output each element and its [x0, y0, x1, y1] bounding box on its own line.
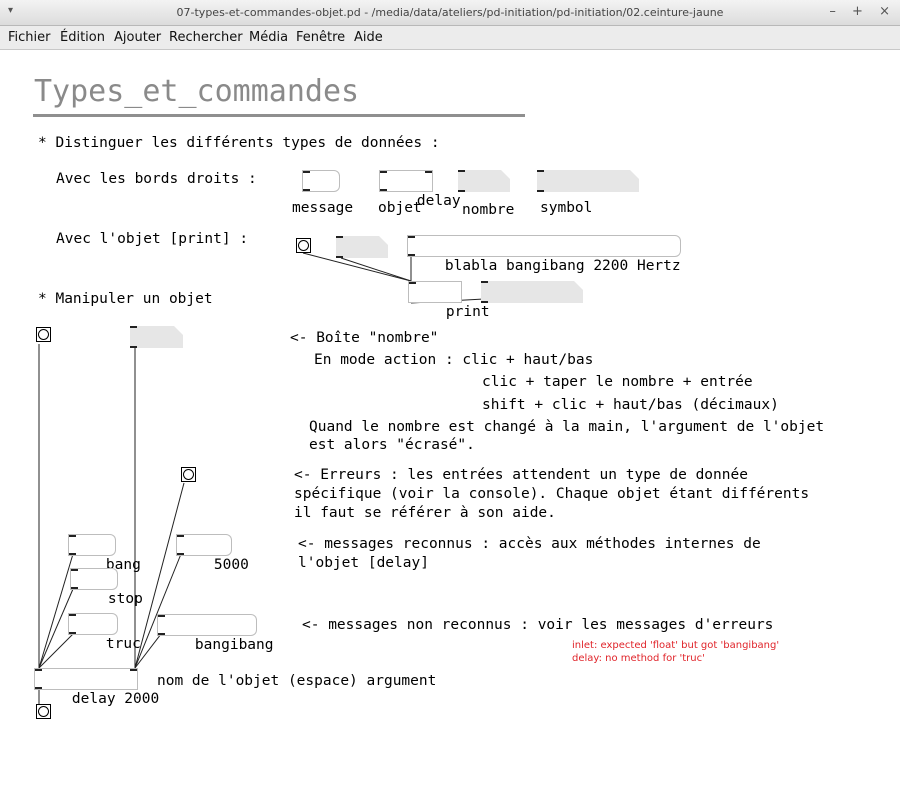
- message-bang[interactable]: bang: [68, 534, 141, 573]
- inlet[interactable]: [408, 236, 415, 238]
- reconnus-comment-1: <- messages reconnus : accès aux méthode…: [298, 536, 761, 552]
- object-print[interactable]: print: [408, 281, 490, 320]
- bang-button-left[interactable]: [36, 327, 51, 342]
- boite-nombre-comment: <- Boîte "nombre": [290, 330, 439, 346]
- inlet[interactable]: [380, 171, 387, 173]
- quand-comment-2: est alors "écrasé".: [309, 437, 475, 453]
- inlet[interactable]: [537, 170, 544, 172]
- avec-print-label: Avec l'objet [print] :: [56, 231, 249, 247]
- window-controls: – + ×: [817, 4, 890, 19]
- symbol-atom[interactable]: symbol: [537, 170, 639, 192]
- console-error-2: delay: no method for 'truc': [572, 653, 705, 664]
- section-manipuler-heading: * Manipuler un objet: [38, 291, 213, 307]
- outlet[interactable]: [458, 190, 465, 192]
- window-titlebar: ▾ 07-types-et-commandes-objet.pd - /medi…: [0, 0, 900, 26]
- inlet[interactable]: [425, 171, 432, 173]
- menubar: Fichier Édition Ajouter Rechercher Média…: [0, 26, 900, 50]
- non-reconnus-comment: <- messages non reconnus : voir les mess…: [302, 617, 774, 633]
- outlet[interactable]: [69, 553, 76, 555]
- inlet[interactable]: [177, 535, 184, 537]
- outlet[interactable]: [158, 633, 165, 635]
- outlet[interactable]: [336, 256, 343, 258]
- inlet[interactable]: [71, 569, 78, 571]
- menu-fichier[interactable]: Fichier: [8, 30, 51, 45]
- outlet[interactable]: [35, 687, 42, 689]
- console-error-1: inlet: expected 'float' but got 'bangiba…: [572, 640, 780, 651]
- patch-canvas[interactable]: Types_et_commandes * Distinguer les diff…: [0, 50, 900, 742]
- menu-fenetre[interactable]: Fenêtre: [296, 30, 345, 45]
- inlet[interactable]: [130, 669, 137, 671]
- bords-droits-label: Avec les bords droits :: [56, 171, 257, 187]
- inlet[interactable]: [409, 282, 416, 284]
- inlet[interactable]: [336, 236, 343, 238]
- message-bangibang-text: bangibang: [194, 637, 274, 653]
- bang-button[interactable]: [296, 238, 311, 253]
- title-underline: [33, 114, 525, 117]
- number-box-main[interactable]: 0: [130, 326, 183, 348]
- menu-rechercher[interactable]: Rechercher: [169, 30, 243, 45]
- outlet[interactable]: [380, 189, 387, 191]
- menu-edition[interactable]: Édition: [60, 30, 105, 45]
- inlet[interactable]: [303, 171, 310, 173]
- object-print-text: print: [445, 304, 490, 320]
- erreurs-comment-1: <- Erreurs : les entrées attendent un ty…: [294, 467, 748, 483]
- label-message: message: [292, 200, 354, 216]
- maximize-icon[interactable]: +: [852, 4, 863, 19]
- menu-aide[interactable]: Aide: [354, 30, 383, 45]
- label-objet: objet: [378, 200, 422, 216]
- object-delay[interactable]: delay: [379, 170, 461, 209]
- close-icon[interactable]: ×: [879, 4, 890, 19]
- outlet[interactable]: [130, 346, 137, 348]
- nom-objet-comment: nom de l'objet (espace) argument: [157, 673, 437, 689]
- outlet[interactable]: [408, 254, 415, 256]
- label-symbol: symbol: [540, 200, 593, 216]
- section-types-heading: * Distinguer les différents types de don…: [38, 135, 440, 151]
- minimize-icon[interactable]: –: [829, 4, 836, 19]
- message-blabla[interactable]: blabla bangibang 2200 Hertz: [407, 235, 681, 274]
- erreurs-comment-3: il faut se référer à son aide.: [294, 505, 556, 521]
- inlet[interactable]: [481, 281, 488, 283]
- message-bangibang[interactable]: bangibang: [157, 614, 274, 653]
- menu-media[interactable]: Média: [249, 30, 288, 45]
- patch-title: Types_et_commandes: [34, 74, 360, 109]
- erreurs-comment-2: spécifique (voir la console). Chaque obj…: [294, 486, 810, 502]
- message-blabla-text: blabla bangibang 2200 Hertz: [444, 258, 681, 274]
- message-truc[interactable]: truc: [68, 613, 141, 652]
- outlet[interactable]: [177, 553, 184, 555]
- object-delay-2000[interactable]: delay 2000: [34, 668, 159, 707]
- message-5000[interactable]: 5000: [176, 534, 249, 573]
- inlet[interactable]: [158, 615, 165, 617]
- message-box-empty[interactable]: [302, 170, 340, 192]
- shift-clic-comment: shift + clic + haut/bas (décimaux): [482, 397, 779, 413]
- outlet[interactable]: [71, 587, 78, 589]
- label-nombre: nombre: [462, 202, 515, 218]
- inlet[interactable]: [130, 326, 137, 328]
- number-atom[interactable]: 0: [458, 170, 510, 192]
- outlet[interactable]: [537, 190, 544, 192]
- reconnus-comment-2: l'objet [delay]: [298, 555, 429, 571]
- inlet[interactable]: [69, 614, 76, 616]
- bang-button-errors[interactable]: [181, 467, 196, 482]
- object-delay-2000-text: delay 2000: [71, 691, 160, 707]
- message-stop-text: stop: [107, 591, 143, 607]
- message-5000-text: 5000: [213, 557, 249, 573]
- window-title: 07-types-et-commandes-objet.pd - /media/…: [176, 6, 724, 19]
- inlet[interactable]: [69, 535, 76, 537]
- clic-taper-comment: clic + taper le nombre + entrée: [482, 374, 753, 390]
- print-symbol-atom[interactable]: symbol: [481, 281, 583, 303]
- bang-button-output[interactable]: [36, 704, 51, 719]
- object-delay-text: delay: [416, 193, 461, 209]
- quand-comment-1: Quand le nombre est changé à la main, l'…: [309, 419, 825, 435]
- message-truc-text: truc: [105, 636, 141, 652]
- inlet[interactable]: [35, 669, 42, 671]
- menu-ajouter[interactable]: Ajouter: [114, 30, 161, 45]
- message-stop[interactable]: stop: [70, 568, 143, 607]
- outlet[interactable]: [303, 189, 310, 191]
- outlet[interactable]: [481, 301, 488, 303]
- mode-action-comment: En mode action : clic + haut/bas: [314, 352, 594, 368]
- inlet[interactable]: [458, 170, 465, 172]
- print-number-atom[interactable]: 0: [336, 236, 388, 258]
- outlet[interactable]: [69, 632, 76, 634]
